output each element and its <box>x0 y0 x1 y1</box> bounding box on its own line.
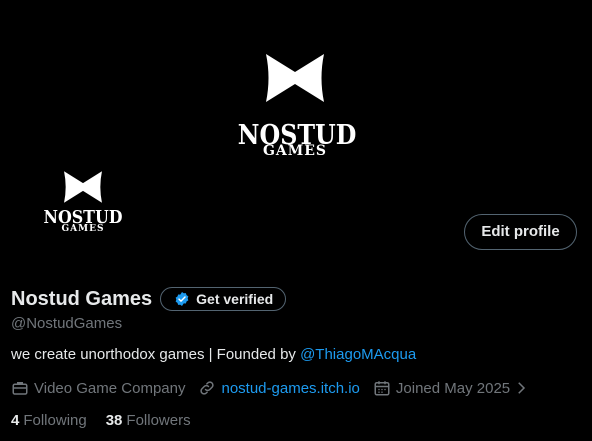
website-link[interactable]: nostud-games.itch.io <box>221 380 359 397</box>
joined-label: Joined May 2025 <box>395 379 511 397</box>
name-row: Nostud Games Get verified <box>11 286 287 312</box>
link-icon <box>200 381 215 395</box>
followers-label: Followers <box>126 412 191 429</box>
profile-meta: Video Game Company nostud-games.itch.io … <box>11 378 541 398</box>
category-label: Video Game Company <box>34 379 186 397</box>
get-verified-button[interactable]: Get verified <box>160 287 287 311</box>
followers-link[interactable]: 38 Followers <box>106 412 191 429</box>
bio: we create unorthodox games | Founded by … <box>11 346 416 363</box>
following-label: Following <box>23 412 87 429</box>
banner-logo: NOSTUD GAMES <box>230 52 360 162</box>
website-item: nostud-games.itch.io <box>198 379 360 397</box>
edit-profile-button[interactable]: Edit profile <box>464 214 577 250</box>
joined-item[interactable]: Joined May 2025 <box>373 379 528 397</box>
bio-text: we create unorthodox games | Founded by <box>11 346 301 363</box>
briefcase-icon <box>12 382 28 395</box>
user-handle: @NostudGames <box>11 315 123 332</box>
following-link[interactable]: 4 Following <box>11 412 87 429</box>
following-count: 4 <box>11 412 20 429</box>
bowtie-logo-icon <box>64 171 102 203</box>
verified-badge-icon <box>175 292 189 306</box>
calendar-icon <box>374 381 390 396</box>
avatar-logo-sub: GAMES <box>61 224 105 234</box>
bowtie-logo-icon <box>266 54 324 102</box>
banner-logo-sub: GAMES <box>262 143 328 159</box>
followers-count: 38 <box>105 412 123 429</box>
display-name: Nostud Games <box>11 287 153 310</box>
chevron-right-icon <box>518 382 526 394</box>
bio-mention-link[interactable]: @ThiagoMAcqua <box>300 346 416 363</box>
follow-stats: 4 Following 38 Followers <box>11 412 210 429</box>
avatar[interactable]: NOSTUD GAMES <box>38 162 128 246</box>
category-item: Video Game Company <box>11 379 185 397</box>
get-verified-label: Get verified <box>196 291 274 307</box>
